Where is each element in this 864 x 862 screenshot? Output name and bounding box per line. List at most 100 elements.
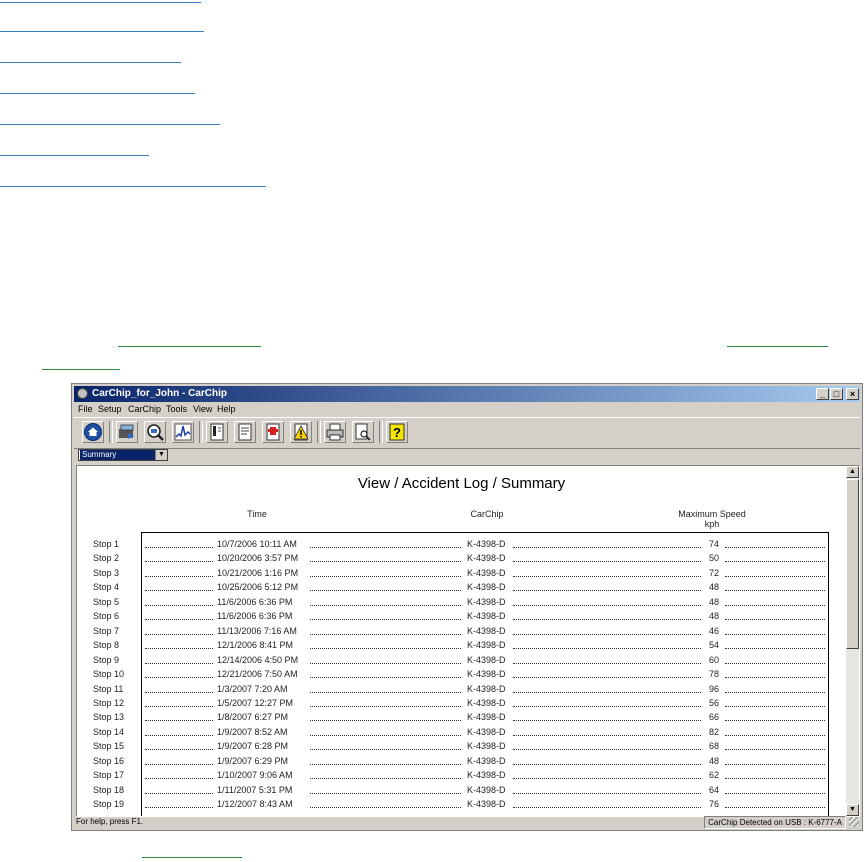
menu-view[interactable]: View <box>193 404 212 414</box>
menu-file[interactable]: File <box>78 404 93 414</box>
menu-carchip[interactable]: CarChip <box>128 404 161 414</box>
speed-cell: 62 <box>708 770 719 781</box>
minimize-button[interactable]: _ <box>816 388 829 400</box>
dotted-leader <box>310 705 461 707</box>
table-row: Stop 10 12/21/2006 7:50 AM K-4398-D 78 <box>77 668 847 682</box>
dotted-leader <box>145 691 213 693</box>
dotted-leader <box>310 619 461 621</box>
time-cell: 1/10/2007 9:06 AM <box>217 770 293 781</box>
menu-setup[interactable]: Setup <box>98 404 122 414</box>
dotted-leader <box>145 633 213 635</box>
time-cell: 1/9/2007 6:29 PM <box>217 755 289 766</box>
zoom-icon[interactable] <box>144 421 166 443</box>
carchip-cell: K-4398-D <box>467 553 506 564</box>
dotted-leader <box>725 734 825 736</box>
dotted-leader <box>725 749 825 751</box>
page-link-1[interactable] <box>0 0 201 3</box>
maximize-button[interactable]: □ <box>830 388 843 400</box>
speed-cell: 60 <box>708 654 719 665</box>
table-row: Stop 12 1/5/2007 12:27 PM K-4398-D 56 <box>77 697 847 711</box>
carchip-cell: K-4398-D <box>467 697 506 708</box>
dotted-leader <box>513 720 701 722</box>
speed-cell: 68 <box>708 741 719 752</box>
menu-help[interactable]: Help <box>217 404 236 414</box>
download-icon[interactable] <box>116 421 138 443</box>
document-icon[interactable] <box>234 421 256 443</box>
home-icon[interactable] <box>82 421 104 443</box>
warning-icon[interactable] <box>290 421 312 443</box>
dotted-leader <box>310 763 461 765</box>
speed-cell: 48 <box>708 755 719 766</box>
dotted-leader <box>145 807 213 809</box>
time-cell: 1/12/2007 8:43 AM <box>217 799 293 810</box>
inline-link-right[interactable] <box>727 344 828 347</box>
speed-cell: 66 <box>708 712 719 723</box>
table-row: Stop 2 10/20/2006 3:57 PM K-4398-D 50 <box>77 552 847 566</box>
speed-cell: 72 <box>708 567 719 578</box>
dotted-leader <box>725 619 825 621</box>
carchip-cell: K-4398-D <box>467 582 506 593</box>
dotted-leader <box>145 619 213 621</box>
time-cell: 11/6/2006 6:36 PM <box>217 596 293 607</box>
chevron-down-icon[interactable]: ▼ <box>155 450 167 460</box>
table-row: Stop 1 10/7/2006 10:11 AM K-4398-D 74 <box>77 538 847 552</box>
print-icon[interactable] <box>324 421 346 443</box>
time-cell: 12/14/2006 4:50 PM <box>217 654 299 665</box>
page-link-4[interactable] <box>0 91 195 94</box>
dotted-leader <box>725 763 825 765</box>
table-row: Stop 7 11/13/2006 7:16 AM K-4398-D 46 <box>77 625 847 639</box>
carchip-cell: K-4398-D <box>467 741 506 752</box>
report-icon[interactable] <box>206 421 228 443</box>
status-device-text: CarChip Detected on USB : K-6777-A <box>704 816 846 829</box>
dotted-leader <box>513 561 701 563</box>
stop-label: Stop 19 <box>93 799 125 810</box>
vertical-scrollbar[interactable]: ▲ ▼ <box>846 466 859 816</box>
alert-document-icon[interactable] <box>262 421 284 443</box>
menu-tools[interactable]: Tools <box>166 404 187 414</box>
table-row: Stop 13 1/8/2007 6:27 PM K-4398-D 66 <box>77 711 847 725</box>
dotted-leader <box>725 633 825 635</box>
time-cell: 1/8/2007 6:27 PM <box>217 712 289 723</box>
table-row: Stop 15 1/9/2007 6:28 PM K-4398-D 68 <box>77 740 847 754</box>
dotted-leader <box>145 763 213 765</box>
dotted-leader <box>513 575 701 577</box>
report-view: View / Accident Log / Summary Time CarCh… <box>76 465 860 817</box>
report-title: View / Accident Log / Summary <box>357 475 566 492</box>
time-cell: 10/21/2006 1:16 PM <box>217 567 299 578</box>
view-select[interactable]: Summary ▼ <box>78 449 168 461</box>
dotted-leader <box>310 648 461 650</box>
page-link-7[interactable] <box>0 184 266 187</box>
scroll-down-icon[interactable]: ▼ <box>846 804 859 816</box>
page-link-2[interactable] <box>0 29 204 32</box>
graph-icon[interactable] <box>172 421 194 443</box>
inline-link-left-cont[interactable] <box>42 367 120 370</box>
dotted-leader <box>310 633 461 635</box>
table-row: Stop 8 12/1/2006 8:41 PM K-4398-D 54 <box>77 639 847 653</box>
scroll-up-icon[interactable]: ▲ <box>846 466 859 478</box>
title-bar[interactable]: CarChip_for_John - CarChip _ □ × <box>74 386 860 402</box>
help-icon[interactable]: ? <box>386 421 408 443</box>
toolbar-separator <box>199 421 203 443</box>
dotted-leader <box>310 590 461 592</box>
time-cell: 1/11/2007 5:31 PM <box>217 784 293 795</box>
page-link-5[interactable] <box>0 122 220 125</box>
dotted-leader <box>725 604 825 606</box>
page-link-6[interactable] <box>0 153 149 156</box>
speed-cell: 50 <box>708 553 719 564</box>
inline-link-left[interactable] <box>118 344 261 347</box>
scroll-thumb[interactable] <box>846 479 859 649</box>
dotted-leader <box>513 677 701 679</box>
stop-label: Stop 2 <box>93 553 120 564</box>
resize-grip-icon[interactable] <box>849 817 859 827</box>
page-link-3[interactable] <box>0 60 181 63</box>
table-row: Stop 4 10/25/2006 5:12 PM K-4398-D 48 <box>77 581 847 595</box>
dotted-leader <box>145 604 213 606</box>
speed-cell: 76 <box>708 799 719 810</box>
dotted-leader <box>513 792 701 794</box>
dotted-leader <box>310 749 461 751</box>
carchip-cell: K-4398-D <box>467 755 506 766</box>
close-button[interactable]: × <box>846 388 859 400</box>
dotted-leader <box>725 547 825 548</box>
print-preview-icon[interactable] <box>352 421 374 443</box>
inline-link-bottom[interactable] <box>142 855 242 858</box>
